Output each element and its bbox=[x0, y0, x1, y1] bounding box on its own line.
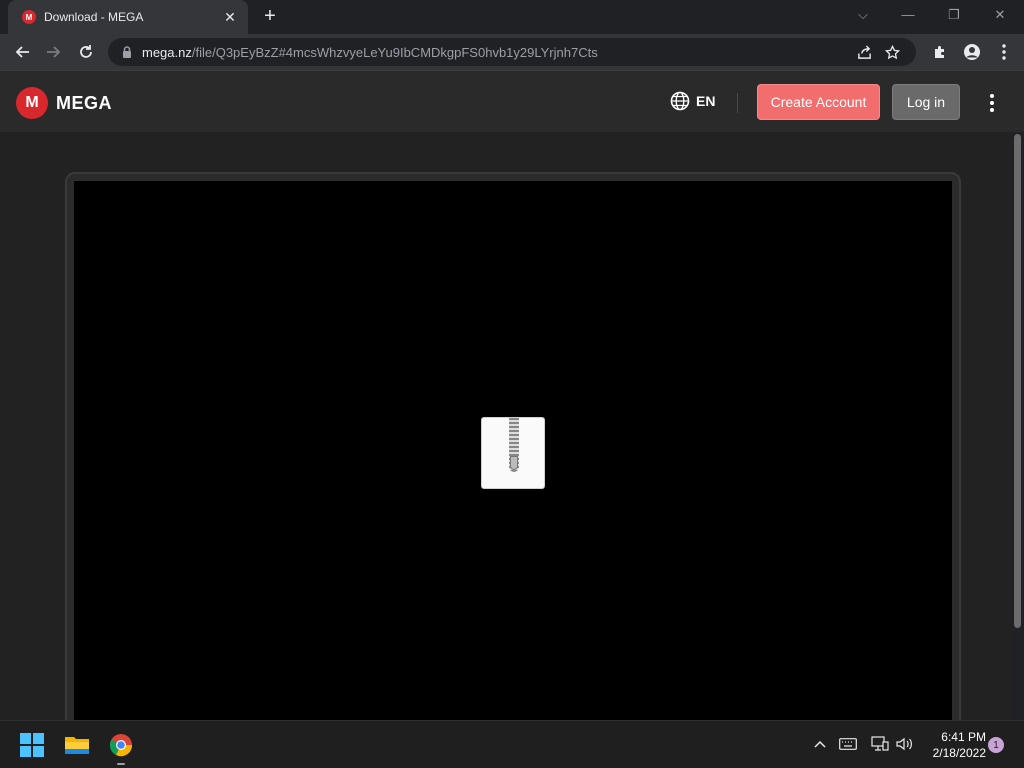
lock-icon[interactable] bbox=[120, 45, 134, 59]
chrome-icon bbox=[109, 734, 133, 757]
tab-title: Download - MEGA bbox=[44, 10, 144, 24]
back-button[interactable] bbox=[6, 36, 38, 68]
scrollbar-thumb[interactable] bbox=[1014, 134, 1021, 628]
page-scrollbar[interactable] bbox=[1012, 132, 1024, 720]
url-host: mega.nz bbox=[142, 44, 192, 60]
mega-favicon-icon: M bbox=[22, 10, 36, 24]
create-account-button[interactable]: Create Account bbox=[757, 84, 880, 120]
start-button[interactable] bbox=[17, 730, 47, 760]
browser-tab[interactable]: M Download - MEGA ✕ bbox=[8, 0, 248, 34]
language-label: EN bbox=[696, 93, 716, 109]
tray-overflow-chevron-icon[interactable] bbox=[809, 733, 831, 755]
network-icon[interactable] bbox=[869, 733, 891, 755]
url-path: /file/Q3pEyBzZ#4mcsWhzvyeLeYu9IbCMDkgpFS… bbox=[191, 44, 598, 60]
reload-button[interactable] bbox=[70, 36, 102, 68]
taskbar-clock[interactable]: 6:41 PM 2/18/2022 bbox=[920, 729, 986, 761]
folder-icon bbox=[65, 737, 89, 754]
close-window-button[interactable]: ✕ bbox=[982, 4, 1018, 26]
restore-button[interactable]: ❐ bbox=[936, 4, 972, 26]
mega-header: M MEGA EN Create Account Log in bbox=[0, 70, 1024, 132]
browser-menu-icon[interactable] bbox=[988, 36, 1020, 68]
profile-avatar-icon[interactable] bbox=[956, 36, 988, 68]
browser-toolbar: mega.nz/file/Q3pEyBzZ#4mcsWhzvyeLeYu9IbC… bbox=[0, 34, 1024, 70]
volume-icon[interactable] bbox=[894, 733, 916, 755]
zipper-pull-icon bbox=[510, 456, 518, 470]
forward-button[interactable] bbox=[38, 36, 70, 68]
mega-logo[interactable]: M MEGA bbox=[16, 87, 112, 119]
language-selector[interactable]: EN bbox=[670, 91, 715, 111]
clock-date: 2/18/2022 bbox=[932, 746, 986, 760]
minimize-button[interactable]: — bbox=[890, 4, 926, 26]
tab-search-icon[interactable]: ⌵ bbox=[845, 4, 881, 26]
tab-close-icon[interactable]: ✕ bbox=[222, 9, 238, 26]
chrome-running-indicator bbox=[117, 763, 125, 765]
zip-file-icon bbox=[481, 417, 545, 489]
chrome-taskbar-button[interactable] bbox=[106, 730, 136, 760]
url-text: mega.nz/file/Q3pEyBzZ#4mcsWhzvyeLeYu9IbC… bbox=[142, 45, 850, 60]
address-bar[interactable]: mega.nz/file/Q3pEyBzZ#4mcsWhzvyeLeYu9IbC… bbox=[108, 38, 916, 66]
windows-logo-icon bbox=[20, 733, 44, 757]
tab-strip: M Download - MEGA ✕ + ⌵ — ❐ ✕ bbox=[0, 0, 1024, 34]
mega-menu-icon[interactable] bbox=[982, 91, 1002, 115]
file-explorer-button[interactable] bbox=[62, 730, 92, 760]
mega-logo-text: MEGA bbox=[56, 92, 112, 113]
extensions-puzzle-icon[interactable] bbox=[924, 36, 956, 68]
new-tab-button[interactable]: + bbox=[258, 5, 282, 29]
share-icon[interactable] bbox=[850, 38, 878, 66]
globe-icon bbox=[670, 91, 690, 111]
clock-time: 6:41 PM bbox=[941, 730, 986, 744]
keyboard-icon[interactable] bbox=[837, 733, 859, 755]
header-divider bbox=[737, 93, 738, 113]
back-arrow-icon bbox=[15, 46, 29, 58]
login-button[interactable]: Log in bbox=[892, 84, 960, 120]
reload-icon bbox=[80, 45, 92, 58]
bookmark-star-icon[interactable] bbox=[878, 38, 906, 66]
mega-logo-badge: M bbox=[16, 87, 48, 119]
windows-taskbar: 6:41 PM 2/18/2022 1 bbox=[0, 720, 1024, 768]
notification-badge[interactable]: 1 bbox=[988, 737, 1004, 753]
forward-arrow-icon bbox=[47, 46, 61, 58]
